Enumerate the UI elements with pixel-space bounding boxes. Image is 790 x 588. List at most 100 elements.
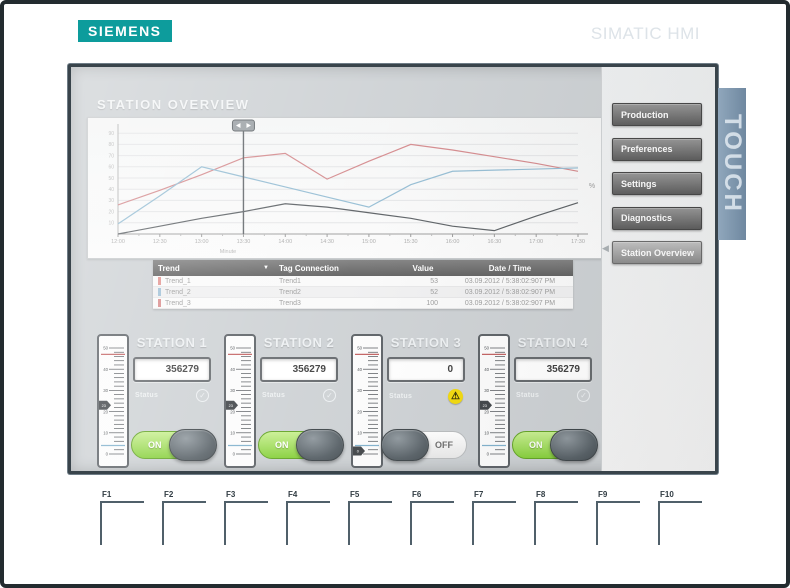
function-key-label: F9 [598,490,607,499]
function-key-f1[interactable]: F1 [92,488,154,550]
sort-desc-icon[interactable]: ▼ [263,265,269,271]
svg-text:40: 40 [484,367,489,372]
function-key-outline [162,501,206,545]
function-key-f9[interactable]: F9 [588,488,650,550]
station-2-value-field[interactable]: 356279 [260,357,338,382]
toggle-on-label: ON [529,440,543,450]
menu-button-diagnostics[interactable]: Diagnostics [612,207,702,230]
function-key-label: F4 [288,490,297,499]
trend-color-chip [158,288,161,296]
table-row-trend_1[interactable]: Trend_1Trend15303.09.2012 / 5:38:02:907 … [153,276,573,287]
svg-text:20: 20 [230,409,235,414]
cell-value: 52 [399,289,447,296]
station-3-power-toggle[interactable]: OFF [385,431,467,459]
svg-text:30: 30 [230,388,235,393]
trend-line-trend_3 [118,203,578,234]
column-header-date-time[interactable]: Date / Time [447,264,573,273]
cell-date-time: 03.09.2012 / 5:38:02:907 PM [447,278,573,285]
function-key-f3[interactable]: F3 [216,488,278,550]
station-4-power-toggle[interactable]: ON [512,431,594,459]
toggle-knob[interactable] [550,429,598,461]
function-key-outline [224,501,268,545]
station-1-level-slider[interactable]: 0102030405023 [97,334,129,468]
toggle-on-label: ON [275,440,289,450]
table-row-trend_2[interactable]: Trend_2Trend25203.09.2012 / 5:38:02:907 … [153,287,573,298]
status-label: Status [516,392,539,399]
function-key-outline [348,501,392,545]
svg-text:40: 40 [108,187,114,193]
svg-text:16:00: 16:00 [446,239,460,245]
trend-color-chip [158,299,161,307]
station-1-power-toggle[interactable]: ON [131,431,213,459]
svg-text:12:30: 12:30 [153,239,167,245]
svg-text:50: 50 [108,176,114,182]
function-key-outline [410,501,454,545]
svg-text:14:00: 14:00 [278,239,292,245]
menu-button-settings[interactable]: Settings [612,172,702,195]
function-key-row: F1 F2 F3 F4 F5F6 F7 F8 F9 F10 [92,488,712,550]
station-3-value-field[interactable]: 0 [387,357,465,382]
menu-scroll-arrow-icon[interactable]: ◀ [602,243,609,254]
svg-text:20: 20 [357,409,362,414]
status-label: Status [135,392,158,399]
station-2-power-toggle[interactable]: ON [258,431,340,459]
svg-text:30: 30 [108,198,114,204]
toggle-knob[interactable] [381,429,429,461]
trend-table-body: Trend_1Trend15303.09.2012 / 5:38:02:907 … [153,276,573,309]
menu-button-preferences[interactable]: Preferences [612,138,702,161]
table-row-trend_3[interactable]: Trend_3Trend310003.09.2012 / 5:38:02:907… [153,298,573,309]
svg-text:%: % [589,183,595,190]
function-key-f4[interactable]: F4 [278,488,340,550]
cell-tag-connection: Trend2 [275,289,399,296]
svg-text:90: 90 [108,131,114,137]
function-key-label: F2 [164,490,173,499]
svg-text:10: 10 [484,431,489,436]
station-2-title: STATION 2 [256,335,342,350]
function-key-outline [534,501,578,545]
function-key-f5[interactable]: F5 [340,488,402,550]
function-key-f6[interactable]: F6 [402,488,464,550]
toggle-knob[interactable] [169,429,217,461]
svg-text:10: 10 [108,221,114,227]
station-3-module: 010203040500STATION 30Status⚠OFF [345,331,472,473]
station-1-title: STATION 1 [129,335,215,350]
svg-text:12:00: 12:00 [111,239,125,245]
station-3-level-slider[interactable]: 010203040500 [351,334,383,468]
function-key-f7[interactable]: F7 [464,488,526,550]
function-key-label: F7 [474,490,483,499]
svg-text:30: 30 [357,388,362,393]
station-4-title: STATION 4 [510,335,596,350]
menu-button-production[interactable]: Production [612,103,702,126]
station-4-value-field[interactable]: 356279 [514,357,592,382]
svg-text:13:00: 13:00 [195,239,209,245]
trend-table: Trend ▼ Tag ConnectionValueDate / Time Tre… [153,260,573,309]
function-key-f10[interactable]: F10 [650,488,712,550]
svg-text:23: 23 [229,404,233,408]
column-header-trend[interactable]: Trend ▼ [153,264,275,273]
station-4-level-slider[interactable]: 0102030405023 [478,334,510,468]
svg-text:15:00: 15:00 [362,239,376,245]
trend-table-header[interactable]: Trend ▼ Tag ConnectionValueDate / Time [153,260,573,276]
stations-row: 0102030405023STATION 1 356279 Status ✓ ON 0 10… [91,331,601,473]
cell-trend: Trend_3 [165,300,191,307]
function-key-outline [658,501,702,545]
product-name: SIMATIC HMI [591,24,700,44]
toggle-knob[interactable] [296,429,344,461]
function-key-f2[interactable]: F2 [154,488,216,550]
cell-trend: Trend_1 [165,278,191,285]
column-header-trend-label: Trend [158,264,180,273]
chart-ruler-handle[interactable] [232,120,254,131]
station-1-value-field[interactable]: 356279 [133,357,211,382]
menu-button-station-overview[interactable]: Station Overview [612,241,702,264]
function-key-outline [100,501,144,545]
status-ok-icon: ✓ [196,389,209,402]
page-title: STATION OVERVIEW [97,97,250,112]
column-header-tag-connection[interactable]: Tag Connection [275,264,399,273]
svg-text:80: 80 [108,142,114,148]
column-header-value[interactable]: Value [399,264,447,273]
svg-text:30: 30 [484,388,489,393]
cell-tag-connection: Trend1 [275,278,399,285]
function-key-f8[interactable]: F8 [526,488,588,550]
station-2-module: 0102030405023STATION 2356279Status✓ON [218,331,345,473]
station-2-level-slider[interactable]: 0102030405023 [224,334,256,468]
